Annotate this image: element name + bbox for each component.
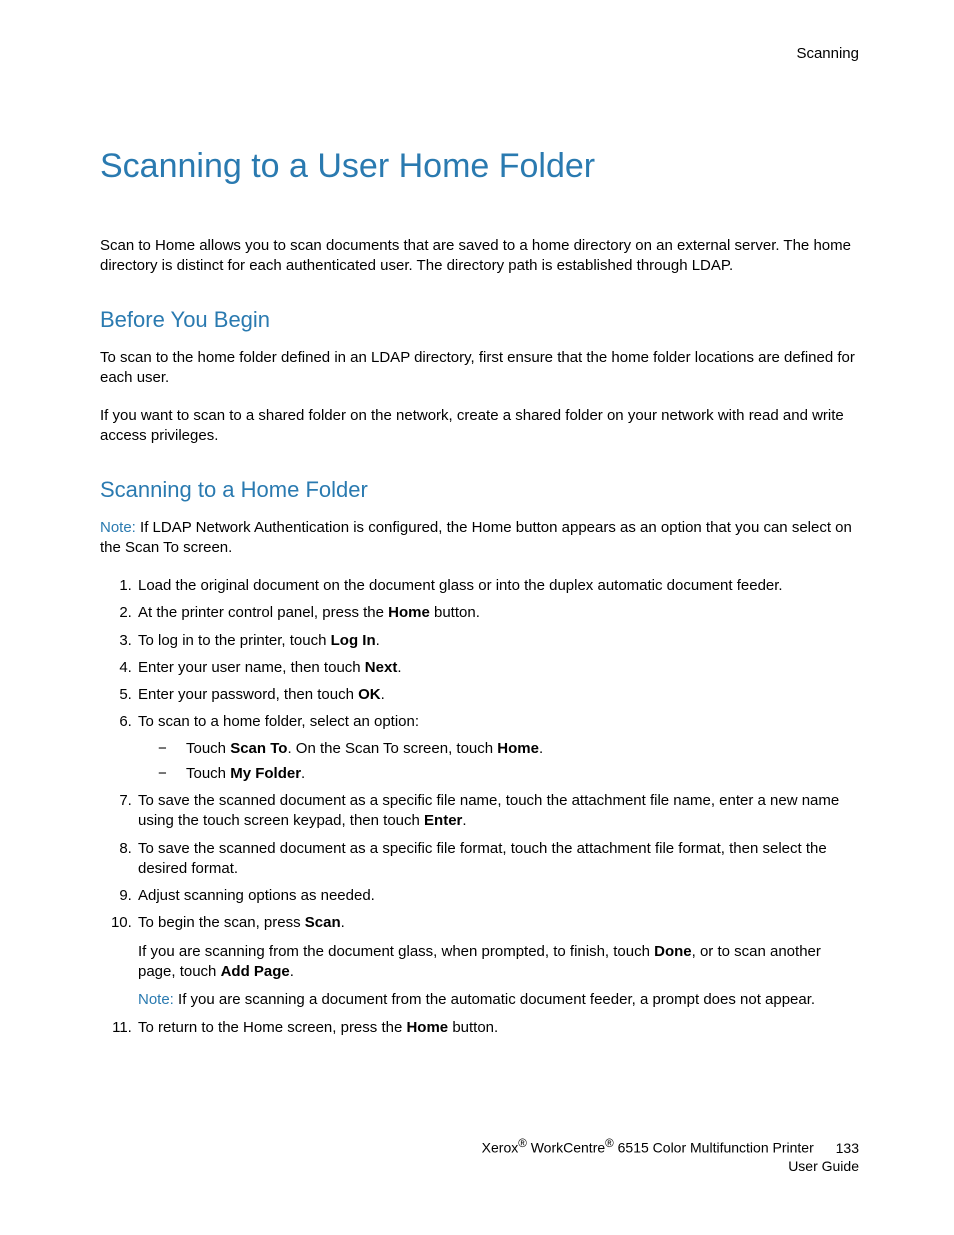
step: At the printer control panel, press the … bbox=[136, 603, 859, 623]
step: Enter your user name, then touch Next. bbox=[136, 658, 859, 678]
page-title: Scanning to a User Home Folder bbox=[100, 147, 859, 186]
step: Enter your password, then touch OK. bbox=[136, 685, 859, 705]
paragraph: To scan to the home folder defined in an… bbox=[100, 348, 859, 389]
step: To save the scanned document as a specif… bbox=[136, 839, 859, 880]
note-label: Note: bbox=[100, 519, 136, 536]
section-heading-before-you-begin: Before You Begin bbox=[100, 307, 859, 333]
page: Scanning Scanning to a User Home Folder … bbox=[0, 0, 954, 1235]
page-number: 133 bbox=[836, 1139, 859, 1157]
note-text: If LDAP Network Authentication is config… bbox=[100, 519, 852, 556]
note-label: Note: bbox=[138, 991, 174, 1008]
step: Adjust scanning options as needed. bbox=[136, 886, 859, 906]
steps-list: Load the original document on the docume… bbox=[100, 576, 859, 1039]
footer-line2: User Guide bbox=[482, 1157, 859, 1175]
sub-item: − Touch My Folder. bbox=[158, 764, 859, 784]
step: Load the original document on the docume… bbox=[136, 576, 859, 596]
step: To save the scanned document as a specif… bbox=[136, 791, 859, 832]
step-paragraph: If you are scanning from the document gl… bbox=[138, 942, 859, 983]
sub-list: − Touch Scan To. On the Scan To screen, … bbox=[158, 739, 859, 785]
step: To log in to the printer, touch Log In. bbox=[136, 631, 859, 651]
dash-bullet: − bbox=[158, 739, 186, 759]
intro-paragraph: Scan to Home allows you to scan document… bbox=[100, 236, 859, 277]
step: To return to the Home screen, press the … bbox=[136, 1018, 859, 1038]
step: To scan to a home folder, select an opti… bbox=[136, 712, 859, 784]
note: Note: If LDAP Network Authentication is … bbox=[100, 518, 859, 559]
running-header: Scanning bbox=[100, 45, 859, 62]
dash-bullet: − bbox=[158, 764, 186, 784]
sub-item: − Touch Scan To. On the Scan To screen, … bbox=[158, 739, 859, 759]
paragraph: If you want to scan to a shared folder o… bbox=[100, 406, 859, 447]
page-footer: Xerox® WorkCentre® 6515 Color Multifunct… bbox=[482, 1136, 859, 1175]
step-note: Note: If you are scanning a document fro… bbox=[138, 990, 859, 1010]
step: To begin the scan, press Scan. If you ar… bbox=[136, 913, 859, 1010]
section-heading-scanning-home-folder: Scanning to a Home Folder bbox=[100, 477, 859, 503]
